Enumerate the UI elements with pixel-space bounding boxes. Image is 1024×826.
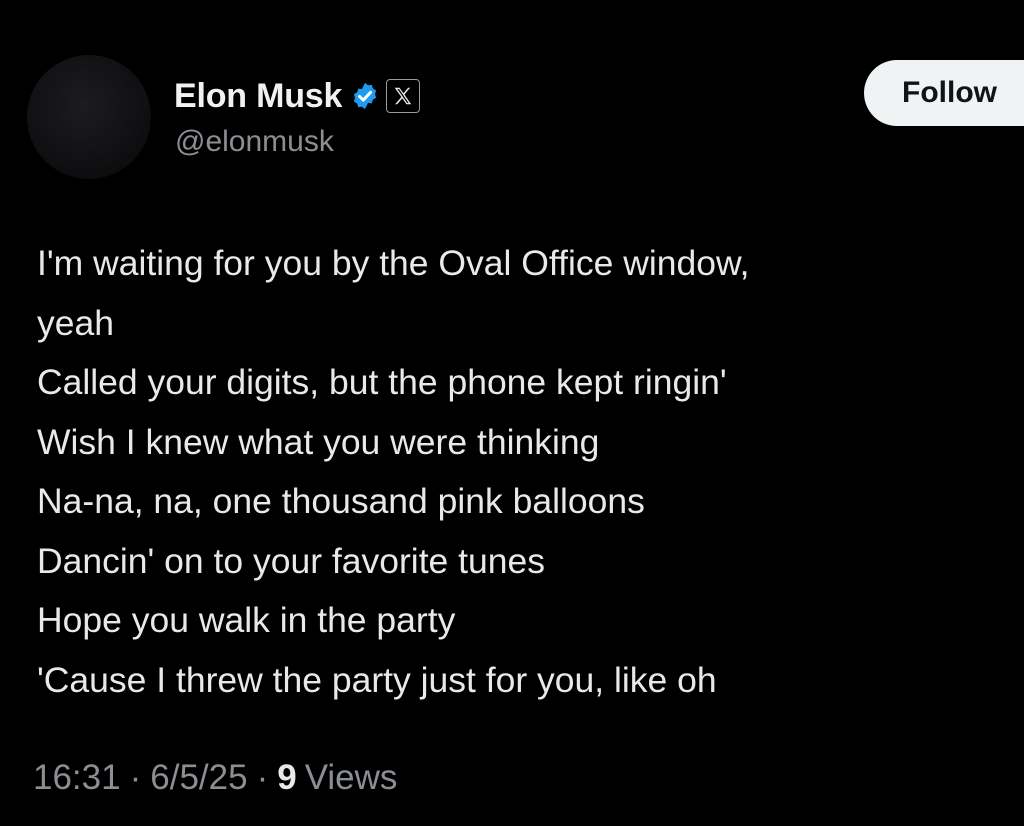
tweet-date[interactable]: 6/5/25 bbox=[150, 758, 247, 798]
tweet-meta: 16:31 · 6/5/25 · 9 Views bbox=[33, 758, 397, 798]
author-display-name[interactable]: Elon Musk bbox=[174, 77, 342, 116]
tweet-text-line: Called your digits, but the phone kept r… bbox=[37, 362, 727, 402]
views-label[interactable]: Views bbox=[305, 758, 398, 798]
x-logo-icon[interactable] bbox=[386, 79, 421, 113]
meta-separator: · bbox=[129, 758, 142, 797]
tweet-text: I'm waiting for you by the Oval Office w… bbox=[37, 234, 997, 710]
follow-button[interactable]: Follow bbox=[864, 60, 1024, 126]
verified-badge-icon[interactable] bbox=[350, 81, 380, 111]
author-handle[interactable]: @elonmusk bbox=[175, 125, 334, 159]
tweet-time[interactable]: 16:31 bbox=[33, 758, 121, 798]
tweet-text-line: yeah bbox=[37, 302, 114, 343]
tweet-card: Elon Musk @elonmusk Follow I'm waiting f… bbox=[0, 0, 1024, 826]
tweet-text-line: Wish I knew what you were thinking bbox=[37, 421, 600, 462]
tweet-text-line: 'Cause I threw the party just for you, l… bbox=[37, 659, 717, 700]
tweet-text-line: Dancin' on to your favorite tunes bbox=[37, 540, 546, 581]
views-count[interactable]: 9 bbox=[277, 758, 296, 798]
avatar[interactable] bbox=[27, 55, 151, 179]
meta-separator: · bbox=[256, 758, 269, 797]
author-name-row: Elon Musk bbox=[174, 74, 421, 118]
tweet-text-line: Hope you walk in the party bbox=[37, 600, 456, 640]
tweet-text-line: Na-na, na, one thousand pink balloons bbox=[37, 481, 645, 521]
tweet-text-line: I'm waiting for you by the Oval Office w… bbox=[37, 243, 750, 283]
